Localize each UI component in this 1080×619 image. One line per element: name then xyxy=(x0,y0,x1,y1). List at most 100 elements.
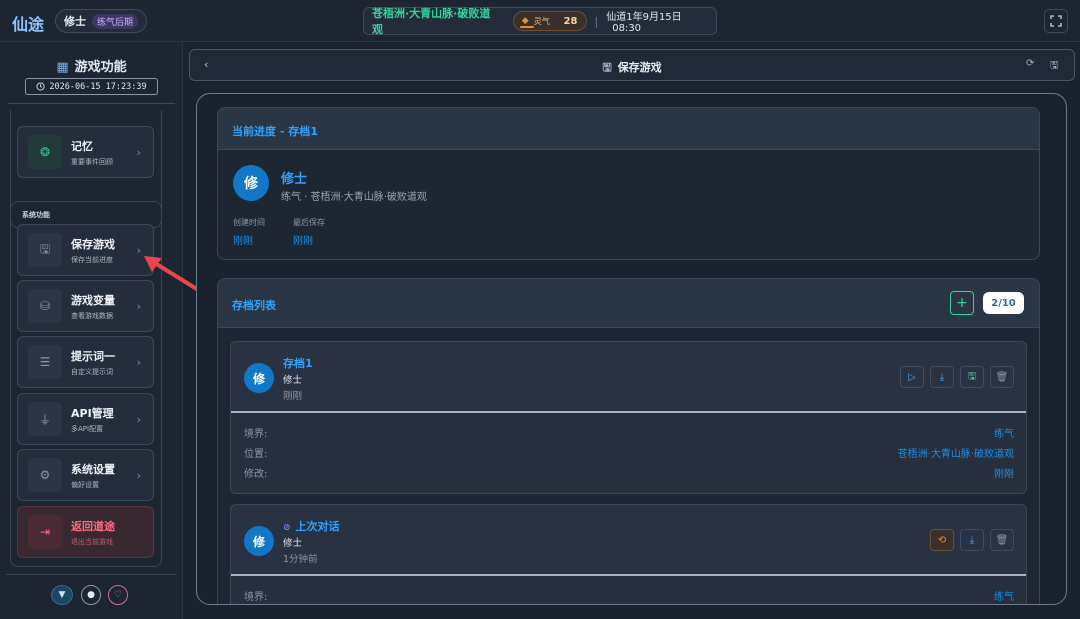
delete-button[interactable]: 🗑 xyxy=(990,529,1014,551)
export-button[interactable]: ⤓ xyxy=(960,529,984,551)
add-save-button[interactable]: + xyxy=(950,291,974,315)
game-time: 08:30 xyxy=(612,23,642,34)
clock-icon xyxy=(36,82,45,91)
item-subtitle: 自定义提示词 xyxy=(71,367,113,376)
chevron-right-icon: › xyxy=(136,468,141,482)
support-button[interactable]: ♡ xyxy=(108,585,128,605)
restore-button[interactable]: ⟲ xyxy=(930,529,954,551)
play-icon: ▷ xyxy=(908,371,916,383)
github-button[interactable]: ● xyxy=(81,585,101,605)
trash-icon: 🗑 xyxy=(995,534,1009,546)
sidebar-item-save-game[interactable]: 🖫 保存游戏 保存当前进度 › xyxy=(17,224,154,276)
sidebar-title: ▦ 游戏功能 xyxy=(0,56,183,75)
collapse-button[interactable]: ▼ xyxy=(51,585,73,605)
sidebar-item-settings[interactable]: ⚙ 系统设置偏好设置 › xyxy=(17,449,154,501)
trash-icon: 🗑 xyxy=(995,371,1009,383)
item-title: 系统设置 xyxy=(71,462,115,476)
refresh-button[interactable]: ⟳ xyxy=(1026,58,1034,69)
rank-badge: 练气后期 xyxy=(92,13,139,29)
location-label: 苍梧洲·大青山脉·破败道观 xyxy=(372,7,491,36)
sidebar-item-api[interactable]: ⏚ API管理 多API配置 › xyxy=(17,393,154,445)
save-role: 修士 xyxy=(283,538,303,549)
plug-icon: ⏚ xyxy=(28,402,62,436)
save-details: 境界: 练气 位置: 苍梧洲·大青山脉·破败道观 修改: 刚刚 xyxy=(231,413,1026,493)
document-icon: ☰ xyxy=(28,345,62,379)
delete-button[interactable]: 🗑 xyxy=(990,366,1014,388)
saved-value: 刚刚 xyxy=(293,236,313,247)
group-title: 系统功能 xyxy=(22,211,50,219)
status-box: 苍梧洲·大青山脉·破败道观 ◆ 灵气 28 | 仙道1年9月15日08:30 xyxy=(363,7,717,36)
clock-text: 2026-06-15 17:23:39 xyxy=(49,81,147,92)
overwrite-button[interactable]: 🖫 xyxy=(960,366,984,388)
save-icon: 🖫 xyxy=(28,233,62,267)
brain-icon: ❂ xyxy=(28,135,62,169)
sidebar-item-exit[interactable]: ⇥ 返回道途 退出当前游戏 xyxy=(17,506,154,558)
user-name: 修士 xyxy=(64,15,86,28)
created-label: 创建时间 xyxy=(233,218,265,227)
item-subtitle: 查看游戏数据 xyxy=(71,311,113,320)
page-title: 🖫 保存游戏 xyxy=(190,59,1074,78)
game-date: 仙道1年9月15日08:30 xyxy=(606,8,716,34)
chevron-right-icon: › xyxy=(136,412,141,426)
sidebar: ▦ 游戏功能 2026-06-15 17:23:39 ❂ 记忆 重要事件回顾 › 系… xyxy=(0,42,183,619)
save-icon: 🖫 xyxy=(1050,60,1059,71)
current-progress-title: 当前进度 - 存档1 xyxy=(218,108,1039,150)
sidebar-title-text: 游戏功能 xyxy=(74,60,127,75)
current-progress-card: 当前进度 - 存档1 修 修士 练气 · 苍梧洲·大青山脉·破败道观 创建时间 … xyxy=(217,107,1040,260)
detail-value: 练气 xyxy=(994,592,1014,603)
fullscreen-icon xyxy=(1050,15,1062,27)
item-title: 记忆 xyxy=(71,139,93,153)
refresh-icon: ⟳ xyxy=(1026,58,1035,69)
detail-value: 练气 xyxy=(994,429,1014,440)
divider: | xyxy=(594,14,599,28)
item-title: API管理 xyxy=(71,406,114,420)
export-button[interactable]: ⤓ xyxy=(930,366,954,388)
load-button[interactable]: ▷ xyxy=(900,366,924,388)
quick-save-button[interactable]: 🖫 xyxy=(1050,58,1059,75)
detail-value: 苍梧洲·大青山脉·破败道观 xyxy=(897,449,1014,460)
grid-icon: ▦ xyxy=(56,60,69,75)
gear-icon: ⚙ xyxy=(28,458,62,492)
qi-label: 灵气 xyxy=(533,16,550,26)
save-slot[interactable]: 修 ⊘ 上次对话 修士 1分钟前 ⟲ ⤓ 🗑 境界: 练气 xyxy=(230,504,1027,604)
save-list-title: 存档列表 xyxy=(232,299,276,312)
save-icon: 🖫 xyxy=(967,370,977,382)
saved-label: 最后保存 xyxy=(293,218,325,227)
save-time: 刚刚 xyxy=(283,391,303,402)
save-count-badge: 2/10 xyxy=(983,292,1024,314)
sidebar-item-variables[interactable]: ⛁ 游戏变量 查看游戏数据 › xyxy=(17,280,154,332)
avatar: 修 xyxy=(244,526,274,556)
page-header: ‹ 🖫 保存游戏 ⟳ 🖫 xyxy=(189,49,1075,81)
save-name: 存档1 xyxy=(283,357,313,370)
character-info: 练气 · 苍梧洲·大青山脉·破败道观 xyxy=(281,192,427,203)
qi-progress-bar xyxy=(519,26,534,28)
heart-icon: ♡ xyxy=(113,590,123,600)
sidebar-item-memory[interactable]: ❂ 记忆 重要事件回顾 › xyxy=(17,126,154,178)
database-icon: ⛁ xyxy=(28,289,62,323)
detail-label: 境界: xyxy=(244,429,268,440)
qi-value: 28 xyxy=(563,15,578,27)
save-slot[interactable]: 修 存档1 修士 刚刚 ▷ ⤓ 🖫 🗑 境界: 练气 位置: 苍梧洲·大青山脉·… xyxy=(230,341,1027,494)
detail-label: 修改: xyxy=(244,469,268,480)
save-name-text: 上次对话 xyxy=(295,520,340,533)
chevron-right-icon: › xyxy=(136,355,141,369)
app-logo: 仙途 xyxy=(12,15,45,34)
main-panel: 当前进度 - 存档1 修 修士 练气 · 苍梧洲·大青山脉·破败道观 创建时间 … xyxy=(196,93,1067,605)
item-title: 提示词一 xyxy=(71,349,115,363)
item-title: 游戏变量 xyxy=(71,293,115,307)
download-icon: ⤓ xyxy=(939,371,945,383)
user-chip[interactable]: 修士 练气后期 xyxy=(55,9,147,33)
item-title: 保存游戏 xyxy=(71,237,115,251)
github-icon: ● xyxy=(87,590,95,600)
avatar: 修 xyxy=(233,165,269,201)
sidebar-item-prompts[interactable]: ☰ 提示词一自定义提示词 › xyxy=(17,336,154,388)
item-subtitle: 保存当前进度 xyxy=(71,255,113,264)
save-details: 境界: 练气 xyxy=(231,576,1026,604)
system-clock: 2026-06-15 17:23:39 xyxy=(25,78,158,95)
exit-icon: ⇥ xyxy=(28,515,62,549)
fullscreen-button[interactable] xyxy=(1044,9,1068,33)
qi-icon: ◆ xyxy=(521,16,529,26)
sidebar-bottom-divider xyxy=(6,574,176,575)
item-subtitle: 偏好设置 xyxy=(71,480,99,489)
avatar: 修 xyxy=(244,363,274,393)
